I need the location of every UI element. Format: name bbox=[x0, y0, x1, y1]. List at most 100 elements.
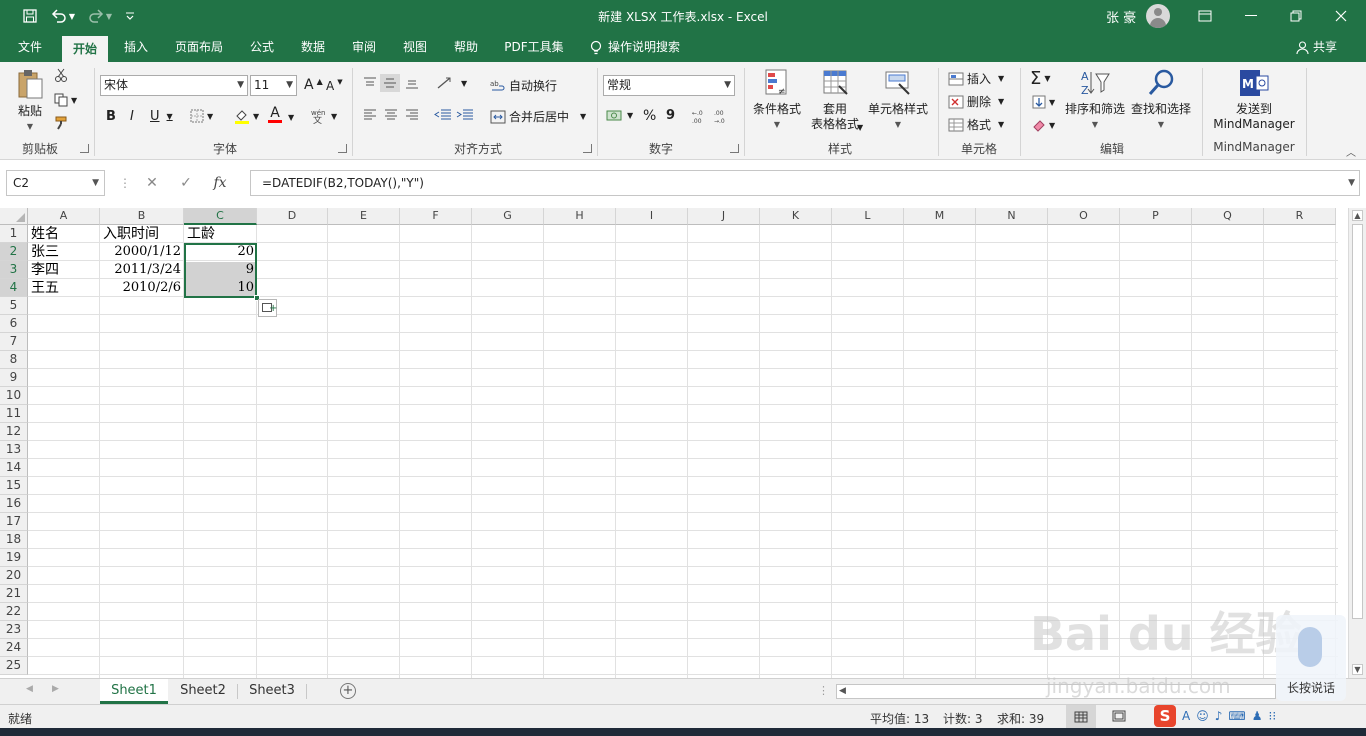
cell-styles-button[interactable]: 单元格样式 ▼ bbox=[866, 68, 930, 132]
column-header-m[interactable]: M bbox=[904, 208, 976, 225]
column-header-r[interactable]: R bbox=[1264, 208, 1336, 225]
tab-pdf-tools[interactable]: PDF工具集 bbox=[498, 33, 570, 62]
find-select-button[interactable]: 查找和选择 ▼ bbox=[1130, 68, 1192, 132]
ime-toolbar[interactable]: S A ☺ ♪ ⌨ ♟ ⁝⁝ bbox=[1154, 704, 1276, 728]
row-header-10[interactable]: 10 bbox=[0, 387, 28, 405]
column-header-k[interactable]: K bbox=[760, 208, 832, 225]
format-as-table-dropdown-icon[interactable]: ▼ bbox=[857, 123, 863, 132]
row-header-7[interactable]: 7 bbox=[0, 333, 28, 351]
autosum-icon[interactable]: Σ ▼ bbox=[1030, 68, 1051, 89]
redo-icon[interactable]: ▼ bbox=[86, 6, 114, 26]
phonetic-guide-icon[interactable]: wén 文 ▼ bbox=[310, 108, 337, 124]
ime-user-icon[interactable]: ♟ bbox=[1252, 709, 1263, 723]
tab-view[interactable]: 视图 bbox=[393, 33, 437, 62]
align-middle-icon[interactable] bbox=[380, 74, 400, 92]
minimize-icon[interactable] bbox=[1239, 5, 1263, 27]
row-header-15[interactable]: 15 bbox=[0, 477, 28, 495]
wrap-text-button[interactable]: ab 自动换行 bbox=[490, 77, 557, 94]
row-header-9[interactable]: 9 bbox=[0, 369, 28, 387]
copy-icon[interactable]: ▼ bbox=[54, 93, 77, 107]
row-header-17[interactable]: 17 bbox=[0, 513, 28, 531]
column-header-p[interactable]: P bbox=[1120, 208, 1192, 225]
scroll-left-icon[interactable]: ◀ bbox=[839, 686, 846, 696]
row-header-8[interactable]: 8 bbox=[0, 351, 28, 369]
tab-data[interactable]: 数据 bbox=[291, 33, 335, 62]
ime-emoji-icon[interactable]: ☺ bbox=[1196, 709, 1209, 723]
cell-b1[interactable]: 入职时间 bbox=[100, 225, 184, 243]
cell-b2[interactable]: 2000/1/12 bbox=[100, 243, 184, 261]
insert-cells-button[interactable]: 插入 ▼ bbox=[948, 70, 1004, 87]
cell-c4[interactable]: 10 bbox=[184, 279, 257, 297]
percent-style-button[interactable]: % bbox=[643, 108, 656, 124]
column-header-c[interactable]: C bbox=[184, 208, 257, 225]
row-header-16[interactable]: 16 bbox=[0, 495, 28, 513]
tab-page-layout[interactable]: 页面布局 bbox=[166, 33, 232, 62]
confirm-entry-icon[interactable]: ✓ bbox=[169, 175, 203, 191]
tab-formulas[interactable]: 公式 bbox=[240, 33, 284, 62]
formula-bar-grip[interactable]: ⋮ bbox=[119, 176, 131, 190]
tab-insert[interactable]: 插入 bbox=[114, 33, 158, 62]
row-header-25[interactable]: 25 bbox=[0, 657, 28, 675]
insert-function-button[interactable]: fx bbox=[203, 175, 237, 191]
row-header-21[interactable]: 21 bbox=[0, 585, 28, 603]
column-header-f[interactable]: F bbox=[400, 208, 472, 225]
conditional-formatting-button[interactable]: ≠ 条件格式 ▼ bbox=[750, 68, 804, 132]
column-header-h[interactable]: H bbox=[544, 208, 616, 225]
borders-icon[interactable]: ▼ bbox=[190, 109, 213, 123]
sheet-tab-sheet3[interactable]: Sheet3 bbox=[238, 679, 306, 704]
row-header-23[interactable]: 23 bbox=[0, 621, 28, 639]
row-header-2[interactable]: 2 bbox=[0, 243, 28, 261]
column-header-a[interactable]: A bbox=[28, 208, 100, 225]
tell-me-search[interactable]: 操作说明搜索 bbox=[590, 33, 700, 62]
scroll-down-icon[interactable]: ▼ bbox=[1352, 664, 1363, 675]
horizontal-scrollbar[interactable]: ◀ bbox=[836, 684, 1276, 699]
next-sheet-icon[interactable]: ▶ bbox=[52, 684, 59, 694]
column-header-l[interactable]: L bbox=[832, 208, 904, 225]
cell-c2[interactable]: 20 bbox=[184, 243, 257, 261]
sheet-tab-sheet2[interactable]: Sheet2 bbox=[170, 679, 236, 704]
collapse-ribbon-icon[interactable]: ︿ bbox=[1346, 144, 1356, 159]
column-header-q[interactable]: Q bbox=[1192, 208, 1264, 225]
font-size-select[interactable]: 11 ▼ bbox=[250, 75, 297, 96]
clipboard-launcher-icon[interactable] bbox=[80, 144, 89, 153]
customize-quick-access-icon[interactable] bbox=[122, 6, 138, 26]
format-painter-icon[interactable] bbox=[54, 116, 68, 130]
align-top-icon[interactable] bbox=[362, 76, 378, 90]
cell-c1[interactable]: 工龄 bbox=[184, 225, 257, 243]
close-icon[interactable] bbox=[1329, 5, 1353, 27]
orientation-icon[interactable]: ▼ bbox=[436, 76, 467, 90]
number-format-select[interactable]: 常规 ▼ bbox=[603, 75, 735, 96]
font-launcher-icon[interactable] bbox=[338, 144, 347, 153]
row-header-24[interactable]: 24 bbox=[0, 639, 28, 657]
row-header-3[interactable]: 3 bbox=[0, 261, 28, 279]
cancel-entry-icon[interactable]: ✕ bbox=[135, 175, 169, 191]
row-header-11[interactable]: 11 bbox=[0, 405, 28, 423]
delete-cells-button[interactable]: 删除 ▼ bbox=[948, 93, 1004, 110]
sort-filter-button[interactable]: AZ 排序和筛选 ▼ bbox=[1064, 68, 1126, 132]
tab-split-grip[interactable]: ⋮ bbox=[818, 684, 829, 697]
column-header-i[interactable]: I bbox=[616, 208, 688, 225]
formula-input[interactable]: =DATEDIF(B2,TODAY(),"Y") ▼ bbox=[250, 170, 1360, 196]
cell-a3[interactable]: 李四 bbox=[28, 261, 100, 279]
merge-center-button[interactable]: 合并后居中 ▼ bbox=[490, 108, 586, 125]
fill-color-icon[interactable]: ▼ bbox=[234, 108, 259, 124]
select-all-button[interactable] bbox=[0, 208, 28, 225]
row-header-4[interactable]: 4 bbox=[0, 279, 28, 297]
align-center-icon[interactable] bbox=[383, 108, 399, 122]
accounting-format-icon[interactable]: ▼ bbox=[606, 108, 633, 122]
italic-button[interactable]: I bbox=[130, 109, 134, 124]
vertical-scroll-thumb[interactable] bbox=[1352, 224, 1363, 619]
page-layout-view-icon[interactable] bbox=[1112, 710, 1126, 725]
tab-review[interactable]: 审阅 bbox=[342, 33, 386, 62]
tab-file[interactable]: 文件 bbox=[8, 33, 52, 62]
column-header-e[interactable]: E bbox=[328, 208, 400, 225]
restore-icon[interactable] bbox=[1284, 5, 1308, 27]
decrease-decimal-icon[interactable]: .00 →.0 bbox=[714, 108, 732, 124]
grow-font-button[interactable]: A ▲ bbox=[304, 77, 323, 94]
voice-input-widget[interactable]: 长按说话 bbox=[1276, 615, 1346, 701]
scroll-up-icon[interactable]: ▲ bbox=[1352, 210, 1363, 221]
column-header-d[interactable]: D bbox=[257, 208, 328, 225]
avatar[interactable] bbox=[1146, 4, 1170, 28]
bold-button[interactable]: B bbox=[106, 109, 116, 124]
comma-style-button[interactable]: 9 bbox=[666, 108, 675, 123]
